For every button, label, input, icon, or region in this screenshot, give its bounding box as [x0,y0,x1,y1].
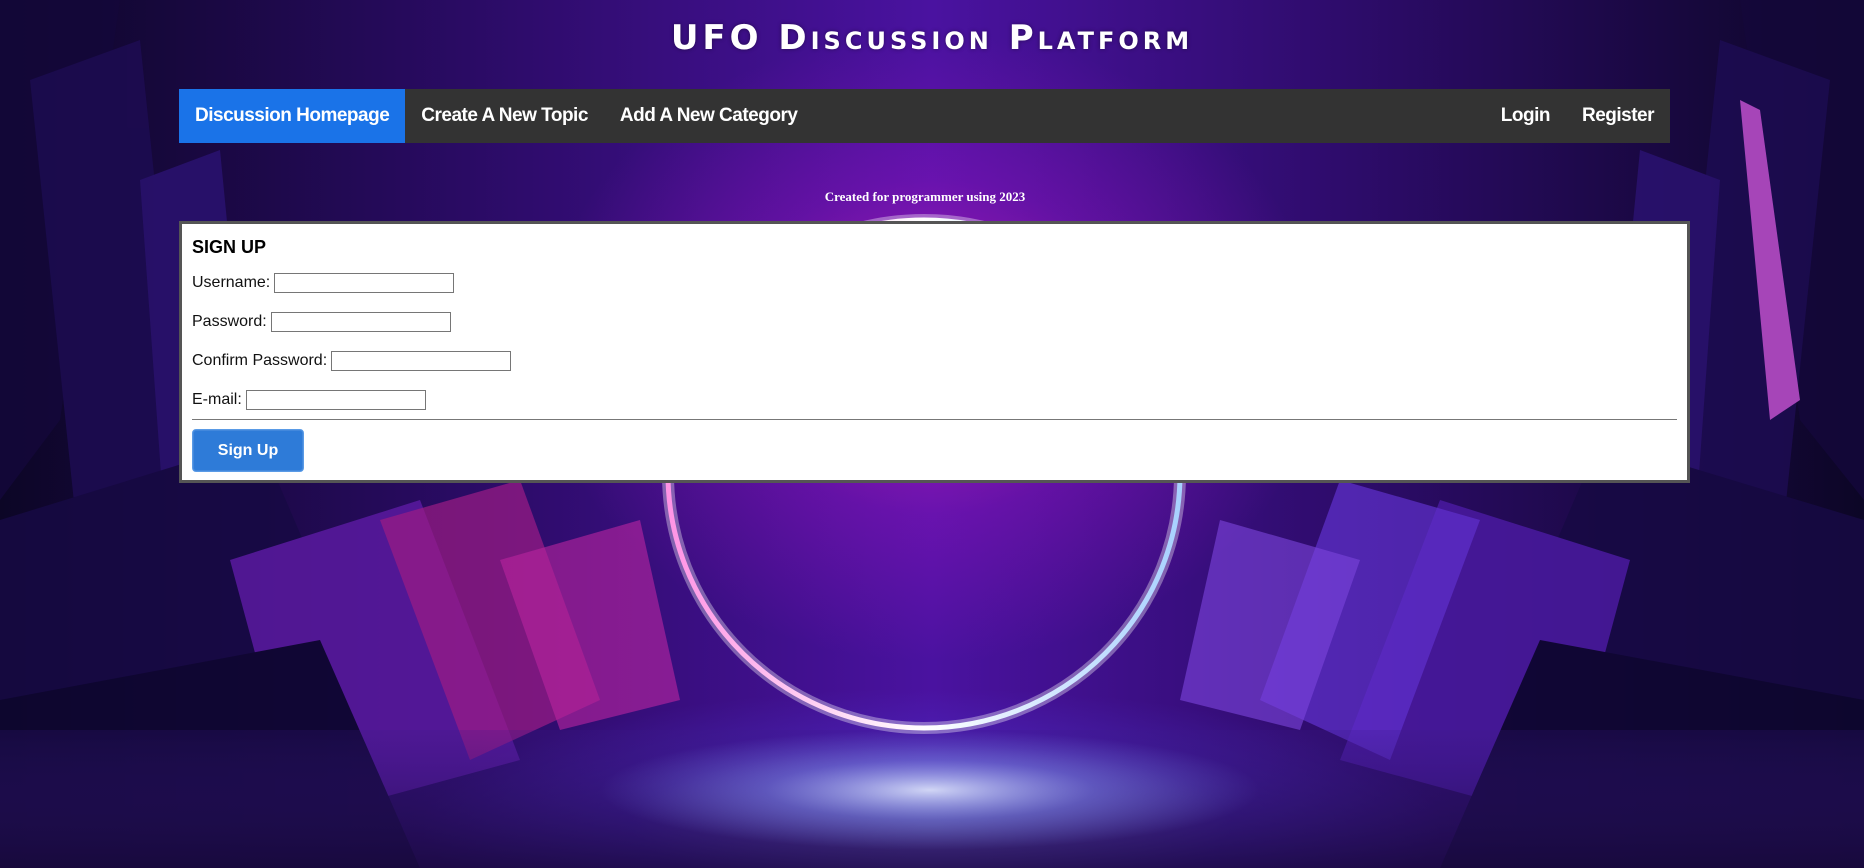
site-title: UFO Discussion Platform [670,18,1194,58]
nav-add-new-category[interactable]: Add A New Category [604,89,814,143]
email-input[interactable] [245,390,426,410]
confirm-password-input[interactable] [331,351,512,371]
main-navbar: Discussion Homepage Create A New Topic A… [179,89,1670,143]
floor-reflection [600,730,1260,850]
nav-login[interactable]: Login [1485,89,1566,143]
floor [0,730,1864,868]
nav-discussion-homepage[interactable]: Discussion Homepage [179,89,406,143]
nav-create-new-topic[interactable]: Create A New Topic [405,89,604,143]
form-divider [192,419,1677,420]
email-label: E-mail: [192,391,242,408]
password-input[interactable] [270,312,451,332]
username-input[interactable] [274,273,455,293]
confirm-password-label: Confirm Password: [192,352,328,369]
password-label: Password: [192,313,267,330]
password-row: Password: [192,311,1677,333]
signup-panel: SIGN UP Username: Password: Confirm Pass… [179,221,1690,483]
signup-heading: SIGN UP [192,237,267,257]
email-row: E-mail: [192,389,1677,411]
username-row: Username: [192,272,1677,294]
credit-text: Created for programmer using 2023 [824,189,1026,204]
username-label: Username: [192,274,271,291]
confirm-password-row: Confirm Password: [192,350,1677,372]
signup-button[interactable]: Sign Up [192,429,304,472]
nav-register[interactable]: Register [1566,89,1670,143]
